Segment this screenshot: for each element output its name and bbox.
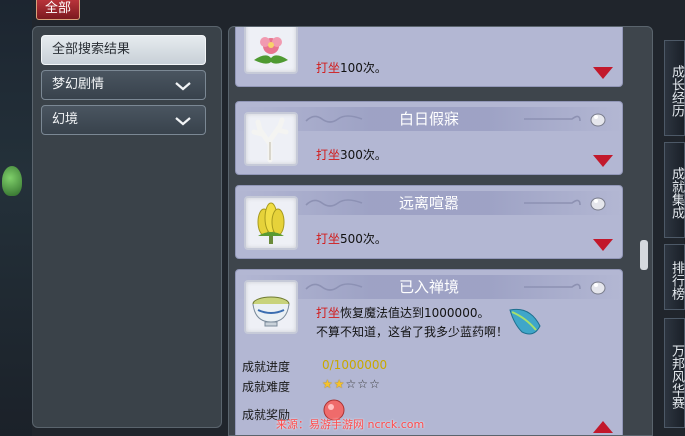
tab-leaderboard[interactable]: 排行榜: [664, 244, 685, 310]
achievement-desc: 打坐恢复魔法值达到1000000。 不算不知道，这省了我多少蓝药啊！: [316, 306, 509, 339]
leaf-ornament: [509, 308, 541, 335]
category-dream-story[interactable]: 梦幻剧情: [41, 70, 206, 100]
category-label: 幻境: [52, 112, 79, 127]
expand-arrow-icon[interactable]: [592, 154, 614, 168]
background-left: [0, 0, 32, 436]
watermark-text: 来源：易游手游网 ncrck.com: [276, 418, 425, 431]
achievement-card[interactable]: 白日假寐 打坐300次。: [235, 101, 623, 175]
chevron-down-icon[interactable]: [175, 81, 191, 91]
scrollbar-thumb[interactable]: [640, 240, 648, 270]
achievement-card-expanded[interactable]: 已入禅境 打坐恢复魔法值达到1000000。 不算不知道，这省了我多少蓝药啊！ …: [235, 269, 623, 435]
star-empty-icon: ☆: [357, 377, 370, 391]
collapse-arrow-icon[interactable]: [592, 420, 614, 434]
pearl-icon: [590, 113, 606, 127]
star-filled-icon: ★: [322, 377, 334, 391]
bowl-icon: [244, 280, 298, 334]
achievement-desc: 打坐500次。: [316, 232, 387, 246]
star-empty-icon: ☆: [345, 377, 358, 391]
expand-arrow-icon[interactable]: [592, 238, 614, 252]
progress-value: 0/1000000: [322, 358, 388, 372]
progress-label: 成就进度: [242, 360, 291, 374]
difficulty-label: 成就难度: [242, 380, 291, 394]
category-label: 梦幻剧情: [52, 77, 105, 92]
tab-tournament[interactable]: 万邦风华赛: [664, 318, 685, 428]
flower-icon: [244, 27, 298, 74]
category-label: 全部搜索结果: [52, 42, 131, 57]
difficulty-stars: ★★☆☆☆: [322, 377, 381, 391]
category-illusion[interactable]: 幻境: [41, 105, 206, 135]
chevron-down-icon[interactable]: [175, 116, 191, 126]
star-empty-icon: ☆: [369, 377, 381, 391]
expand-arrow-icon[interactable]: [592, 66, 614, 80]
star-filled-icon: ★: [333, 377, 346, 391]
pearl-icon: [590, 281, 606, 295]
achievement-desc: 打坐100次。: [316, 61, 387, 75]
achievement-list[interactable]: 打坐100次。 白日假寐 打坐300次。 远离喧嚣 打坐500次。 已入禅境 打…: [228, 26, 653, 436]
pearl-icon: [590, 197, 606, 211]
plant-decoration: [2, 166, 22, 196]
achievement-desc: 打坐300次。: [316, 148, 387, 162]
tab-achievement-collection[interactable]: 成就集成: [664, 142, 685, 238]
achievement-card[interactable]: 打坐100次。: [235, 27, 623, 87]
banana-icon: [244, 196, 298, 250]
category-panel: 全部搜索结果 梦幻剧情 幻境: [32, 26, 222, 428]
coral-icon: [244, 112, 298, 166]
category-all-results[interactable]: 全部搜索结果: [41, 35, 206, 65]
tab-growth-history[interactable]: 成长经历: [664, 40, 685, 136]
tab-all[interactable]: 全部: [36, 0, 80, 20]
achievement-card[interactable]: 远离喧嚣 打坐500次。: [235, 185, 623, 259]
